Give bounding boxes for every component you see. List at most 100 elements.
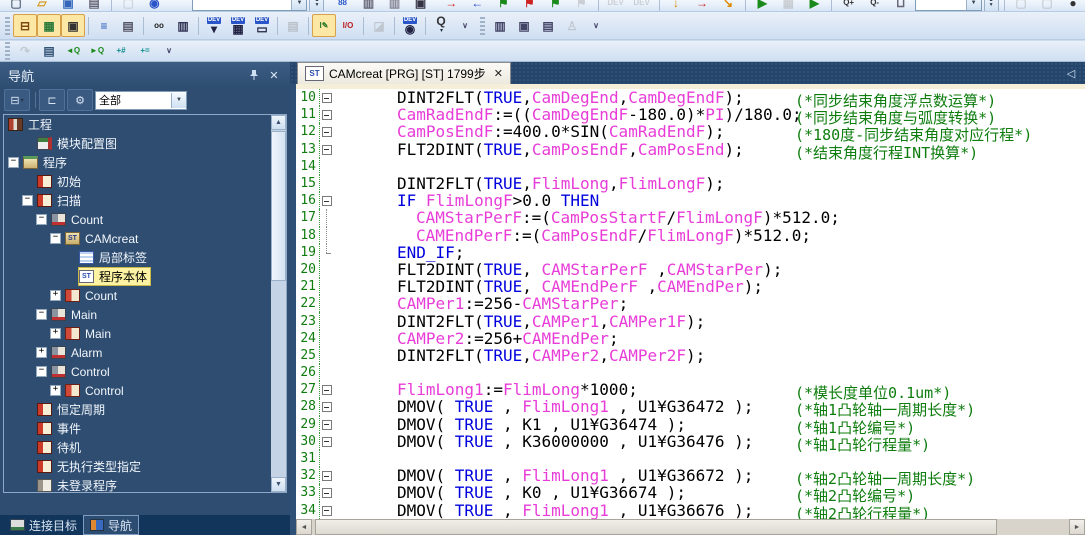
monitor-write-button[interactable]: ▶	[802, 0, 826, 12]
editor-hscrollbar[interactable]: ◄ ►	[296, 519, 1085, 535]
code-line[interactable]: 26	[296, 364, 1085, 381]
document-tab[interactable]: ST CAMcreat [PRG] [ST] 1799步 ✕	[297, 62, 511, 84]
jump-back-button[interactable]: ←	[465, 0, 489, 12]
code-line[interactable]: 19END_IF;	[296, 244, 1085, 261]
code-line[interactable]: 25DINT2FLT(TRUE,CAMPer2,CAMPer2F);	[296, 347, 1085, 364]
toolbar-options-button-3[interactable]: ∨	[157, 40, 181, 63]
fold-collapse-icon[interactable]	[320, 381, 334, 398]
settings-button[interactable]: ⚙	[67, 89, 93, 111]
device-search-button[interactable]: Q▾	[429, 14, 453, 37]
chevron-down-icon[interactable]: ▼	[291, 0, 306, 10]
new-project-button[interactable]: ▢	[4, 0, 28, 12]
print-button[interactable]: ▤	[82, 0, 106, 12]
fold-collapse-icon[interactable]	[320, 89, 334, 106]
work-window-button[interactable]: ▦	[37, 14, 61, 37]
code-line[interactable]: 10DINT2FLT(TRUE,CamDegEnd,CamDegEndF);(*…	[296, 89, 1085, 106]
window-combo-spinner[interactable]: ▲▼	[309, 0, 324, 12]
toolbar-grip[interactable]	[480, 17, 485, 35]
tab-close-icon[interactable]: ✕	[494, 67, 503, 80]
code-line[interactable]: 34DMOV( TRUE , FlimLong1 , U1¥G36676 );(…	[296, 502, 1085, 519]
find-button[interactable]: oo	[147, 14, 171, 37]
code-line[interactable]: 16IF FlimLongF>0.0 THEN	[296, 192, 1085, 209]
chevron-down-icon[interactable]: ▼	[171, 93, 186, 108]
tree-item-CAMcreat[interactable]: −STCAMcreat	[4, 229, 286, 248]
fold-collapse-icon[interactable]	[320, 192, 334, 209]
fold-collapse-icon[interactable]	[320, 416, 334, 433]
code-line[interactable]: 21FLT2DINT(TRUE, CAMEndPerF ,CAMEndPer);	[296, 278, 1085, 295]
jump-forward-button[interactable]: →	[439, 0, 463, 12]
code-line[interactable]: 23DINT2FLT(TRUE,CAMPer1,CAMPer1F);	[296, 312, 1085, 329]
device-batch-replace-button[interactable]: DEV▦	[226, 14, 250, 37]
expand-icon[interactable]: +	[50, 290, 61, 301]
pin-icon[interactable]	[246, 67, 262, 83]
tree-item-扫描[interactable]: −扫描	[4, 191, 286, 210]
panel-tab-导航[interactable]: 导航	[83, 515, 139, 535]
tree-item-模块配置图[interactable]: 模块配置图	[4, 134, 286, 153]
tree-item-恒定周期[interactable]: 恒定周期	[4, 400, 286, 419]
code-line[interactable]: 31	[296, 450, 1085, 467]
bookmark-find-green-2-button[interactable]: ⚑	[543, 0, 567, 12]
tree-item-局部标签[interactable]: 局部标签	[4, 248, 286, 267]
nav-scrollbar-thumb[interactable]	[271, 131, 286, 281]
code-line[interactable]: 24CAMPer2:=256+CAMEndPer;	[296, 330, 1085, 347]
tree-item-初始[interactable]: 初始	[4, 172, 286, 191]
device-display-button[interactable]: DEV◉	[398, 14, 422, 37]
st-code-area[interactable]: 10DINT2FLT(TRUE,CamDegEnd,CamDegEndF);(*…	[296, 89, 1085, 519]
module-window-button[interactable]: ▣	[512, 14, 536, 37]
bookmark-find-green-button[interactable]: ⚑	[491, 0, 515, 12]
expand-icon[interactable]: +	[50, 328, 61, 339]
code-line[interactable]: 30DMOV( TRUE , K36000000 , U1¥G36476 );(…	[296, 433, 1085, 450]
intelligent-module-button[interactable]: ▣	[61, 14, 85, 37]
collapse-icon[interactable]: −	[36, 214, 47, 225]
tree-item-事件[interactable]: 事件	[4, 419, 286, 438]
tree-item-Control[interactable]: +Control	[4, 381, 286, 400]
insert-column-button[interactable]: +=	[133, 40, 157, 63]
window-combo[interactable]: ▼	[192, 0, 307, 11]
fold-collapse-icon[interactable]	[320, 123, 334, 140]
fold-collapse-icon[interactable]	[320, 106, 334, 123]
navigation-window-button[interactable]: ⊟	[13, 14, 37, 37]
fold-collapse-icon[interactable]	[320, 433, 334, 450]
code-line[interactable]: 14	[296, 158, 1085, 175]
copy-window-button[interactable]: ▥	[357, 0, 381, 12]
close-icon[interactable]: ✕	[266, 67, 282, 83]
device-block-replace-button[interactable]: DEV▭	[250, 14, 274, 37]
find-replace-button[interactable]: ▥	[171, 14, 195, 37]
zoom-combo[interactable]: ▼	[915, 0, 982, 11]
find-prev-marker-button[interactable]: ◄Q	[61, 40, 85, 63]
device-find-button[interactable]: DEV▾	[202, 14, 226, 37]
hscrollbar-thumb[interactable]	[315, 519, 997, 535]
code-line[interactable]: 17CAMStarPerF:=(CamPosStartF/FlimLongF)*…	[296, 209, 1085, 226]
scroll-right-icon[interactable]: ►	[1069, 519, 1085, 535]
parameter-window-button[interactable]: ▥	[488, 14, 512, 37]
save-project-button[interactable]: ▣	[56, 0, 80, 12]
zoom-fit-button[interactable]: ⊔	[889, 0, 913, 12]
collapse-icon[interactable]: −	[36, 366, 47, 377]
list-window-button[interactable]: ▤	[536, 14, 560, 37]
fold-collapse-icon[interactable]	[320, 398, 334, 415]
tree-display-button[interactable]: ⊟▾	[4, 89, 30, 111]
panel-tab-连接目标[interactable]: 连接目标	[4, 516, 83, 534]
code-line[interactable]: 11CamRadEndF:=((CamDegEndF-180.0)*PI)/18…	[296, 106, 1085, 123]
expand-icon[interactable]: +	[36, 347, 47, 358]
tree-item-待机[interactable]: 待机	[4, 438, 286, 457]
upload-button[interactable]: →	[690, 0, 714, 12]
tree-item-Alarm[interactable]: +Alarm	[4, 343, 286, 362]
code-line[interactable]: 12CamPosEndF:=400.0*SIN(CamRadEndF);(*18…	[296, 123, 1085, 140]
insert-row-button[interactable]: +#	[109, 40, 133, 63]
zoom-out-button[interactable]: Q-	[863, 0, 887, 12]
collapse-icon[interactable]: −	[22, 195, 33, 206]
tree-item-程序本体[interactable]: ST程序本体	[4, 267, 286, 286]
code-line[interactable]: 29DMOV( TRUE , K1 , U1¥G36474 );(*轴1凸轮编号…	[296, 416, 1085, 433]
download-button[interactable]: ↓	[664, 0, 688, 12]
collapse-all-button[interactable]: ⊏	[39, 89, 65, 111]
copy-window-2-button[interactable]: ▥	[383, 0, 407, 12]
expand-icon[interactable]: +	[50, 385, 61, 396]
scroll-left-icon[interactable]: ◄	[296, 519, 312, 535]
scroll-down-icon[interactable]: ▼	[271, 477, 286, 492]
collapse-icon[interactable]: −	[36, 309, 47, 320]
code-line[interactable]: 28DMOV( TRUE , FlimLong1 , U1¥G36472 );(…	[296, 398, 1085, 415]
collapse-icon[interactable]: −	[50, 233, 61, 244]
code-line[interactable]: 33DMOV( TRUE , K0 , U1¥G36674 );(*轴2凸轮编号…	[296, 484, 1085, 501]
tree-item-Count[interactable]: +Count	[4, 286, 286, 305]
